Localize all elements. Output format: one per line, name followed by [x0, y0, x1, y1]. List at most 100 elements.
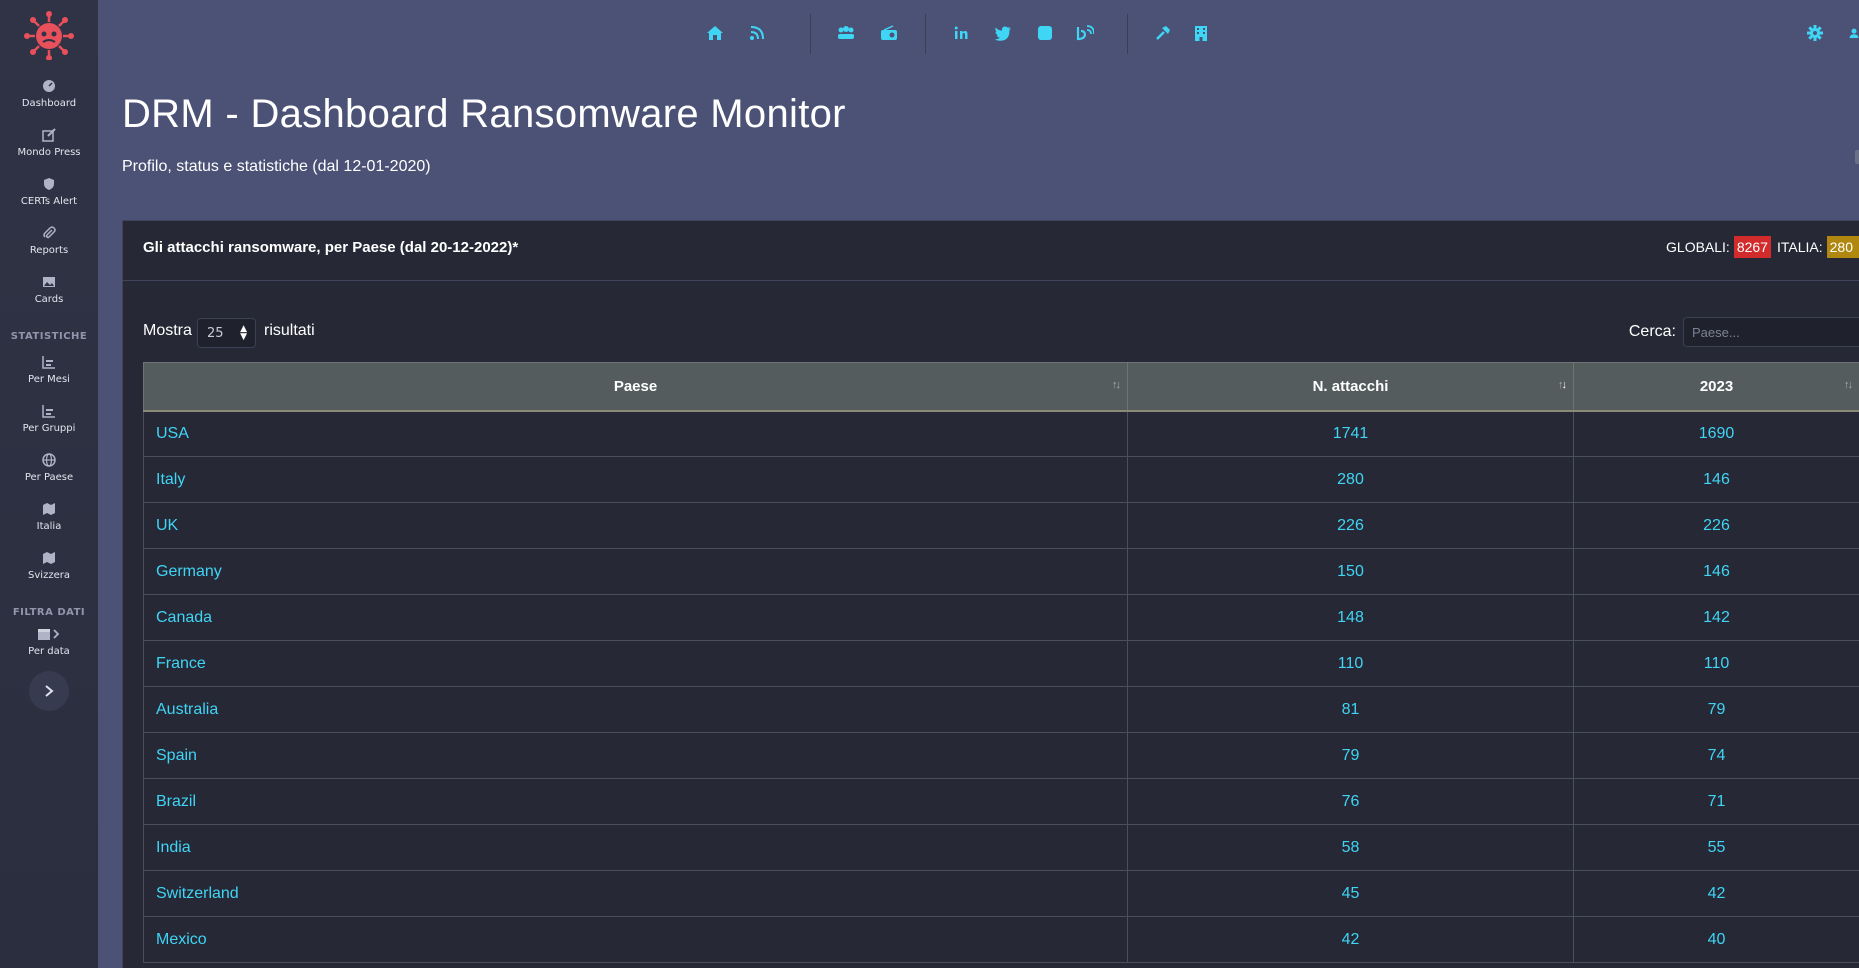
page-subtitle: Profilo, status e statistiche (dal 12-01…	[122, 158, 431, 175]
sort-desc-icon: ↑↓	[1558, 379, 1567, 391]
virus-logo-icon[interactable]	[23, 10, 75, 60]
table-row: Australia 81 79	[143, 686, 1859, 733]
page-title: DRM - Dashboard Ransomware Monitor	[122, 92, 846, 136]
table-row: Germany 150 146	[143, 548, 1859, 595]
sidebar-item-label: CERTs Alert	[20, 196, 78, 207]
sidebar-item-reports[interactable]: Reports	[0, 225, 98, 256]
column-header-label: 2023	[1699, 377, 1734, 395]
card-header: Gli attacchi ransomware, per Paese (dal …	[123, 221, 1859, 281]
sidebar-item-italia[interactable]: Italia	[0, 501, 98, 532]
y2023-cell: 226	[1573, 502, 1859, 549]
gear-icon[interactable]	[1804, 22, 1826, 44]
country-cell[interactable]: Canada	[143, 594, 1128, 641]
sidebar-item-per-mesi[interactable]: Per Mesi	[0, 354, 98, 385]
italy-count-badge: 280	[1826, 236, 1859, 258]
italy-label: ITALIA:	[1776, 239, 1823, 255]
sidebar-item-label: Cards	[34, 294, 64, 305]
edit-icon	[41, 127, 57, 143]
country-cell[interactable]: Australia	[143, 686, 1128, 733]
select-arrows-icon: ▲ ▼	[240, 324, 247, 342]
sidebar-item-label: Mondo Press	[17, 147, 81, 158]
table-row: Switzerland 45 42	[143, 870, 1859, 917]
table-controls: Mostra 25 ▲ ▼ risultati Cerca:	[143, 310, 1859, 350]
sidebar-item-per-gruppi[interactable]: Per Gruppi	[0, 403, 98, 434]
attacks-cell: 81	[1127, 686, 1574, 733]
table-row: Canada 148 142	[143, 594, 1859, 641]
linkedin-icon[interactable]	[950, 22, 972, 44]
mastodon-icon[interactable]	[1034, 22, 1056, 44]
building-icon[interactable]	[1190, 22, 1212, 44]
attacks-cell: 148	[1127, 594, 1574, 641]
y2023-cell: 1690	[1573, 410, 1859, 457]
nav-divider	[925, 14, 926, 54]
y2023-cell: 42	[1573, 870, 1859, 917]
sidebar-item-mondo-press[interactable]: Mondo Press	[0, 127, 98, 158]
column-header-paese[interactable]: Paese ↑↓	[143, 362, 1128, 412]
country-cell[interactable]: India	[143, 824, 1128, 871]
country-cell[interactable]: Switzerland	[143, 870, 1128, 917]
y2023-cell: 142	[1573, 594, 1859, 641]
attacks-cell: 280	[1127, 456, 1574, 503]
sidebar-item-dashboard[interactable]: Dashboard	[0, 78, 98, 109]
column-header-2023[interactable]: 2023 ↑↓	[1573, 362, 1859, 412]
countries-table: Paese ↑↓ N. attacchi ↑↓ 2023 ↑↓ USA 1741 1…	[143, 362, 1859, 963]
attacks-cell: 79	[1127, 732, 1574, 779]
twitter-icon[interactable]	[992, 22, 1014, 44]
y2023-cell: 40	[1573, 916, 1859, 963]
table-row: UK 226 226	[143, 502, 1859, 549]
map-icon	[41, 550, 57, 566]
sidebar-item-label: Per Gruppi	[22, 423, 76, 434]
country-cell[interactable]: Italy	[143, 456, 1128, 503]
sidebar-item-certs-alert[interactable]: CERTs Alert	[0, 176, 98, 207]
country-cell[interactable]: Germany	[143, 548, 1128, 595]
shield-icon	[41, 176, 57, 192]
users-icon[interactable]	[835, 22, 857, 44]
sidebar-item-per-paese[interactable]: Per Paese	[0, 452, 98, 483]
attacks-cell: 76	[1127, 778, 1574, 825]
search-input[interactable]	[1683, 317, 1859, 347]
table-row: Mexico 42 40	[143, 916, 1859, 963]
attacks-cell: 42	[1127, 916, 1574, 963]
sidebar-item-label: Per Mesi	[28, 374, 70, 385]
sidebar-item-per-data[interactable]: Per data	[0, 626, 98, 657]
sidebar-item-label: Dashboard	[21, 98, 77, 109]
country-cell[interactable]: UK	[143, 502, 1128, 549]
attacks-cell: 58	[1127, 824, 1574, 871]
hammer-icon[interactable]	[1152, 22, 1174, 44]
sidebar-item-label: Reports	[29, 245, 69, 256]
radio-icon[interactable]	[878, 22, 900, 44]
sidebar-item-label: Per Paese	[24, 472, 74, 483]
chart-icon	[41, 403, 57, 419]
country-cell[interactable]: Spain	[143, 732, 1128, 779]
country-cell[interactable]: France	[143, 640, 1128, 687]
table-row: Spain 79 74	[143, 732, 1859, 779]
show-label: Mostra	[143, 322, 192, 339]
sidebar-item-cards[interactable]: Cards	[0, 274, 98, 305]
home-icon[interactable]	[704, 22, 726, 44]
card-title: Gli attacchi ransomware, per Paese (dal …	[143, 239, 519, 256]
table-row: USA 1741 1690	[143, 410, 1859, 457]
country-cell[interactable]: USA	[143, 410, 1128, 457]
map-icon	[41, 501, 57, 517]
country-cell[interactable]: Mexico	[143, 916, 1128, 963]
table-row: Brazil 76 71	[143, 778, 1859, 825]
page-length-select[interactable]: 25 ▲ ▼	[197, 318, 256, 348]
scroll-indicator[interactable]	[1855, 150, 1859, 164]
calendar-icon	[36, 626, 62, 642]
y2023-cell: 146	[1573, 548, 1859, 595]
sort-icon: ↑↓	[1844, 379, 1853, 391]
sidebar-item-label: Italia	[36, 521, 62, 532]
dashboard-icon	[41, 78, 57, 94]
y2023-cell: 55	[1573, 824, 1859, 871]
page-length-value: 25	[207, 326, 224, 341]
rss-icon[interactable]	[746, 22, 768, 44]
country-cell[interactable]: Brazil	[143, 778, 1128, 825]
global-label: GLOBALI:	[1666, 239, 1730, 255]
column-header-attacchi[interactable]: N. attacchi ↑↓	[1127, 362, 1574, 412]
expand-sidebar-button[interactable]	[29, 671, 69, 711]
blog-icon[interactable]	[1074, 22, 1096, 44]
sidebar-item-label: Svizzera	[28, 570, 70, 581]
table-row: Italy 280 146	[143, 456, 1859, 503]
sidebar-item-svizzera[interactable]: Svizzera	[0, 550, 98, 581]
user-icon[interactable]	[1849, 22, 1859, 44]
